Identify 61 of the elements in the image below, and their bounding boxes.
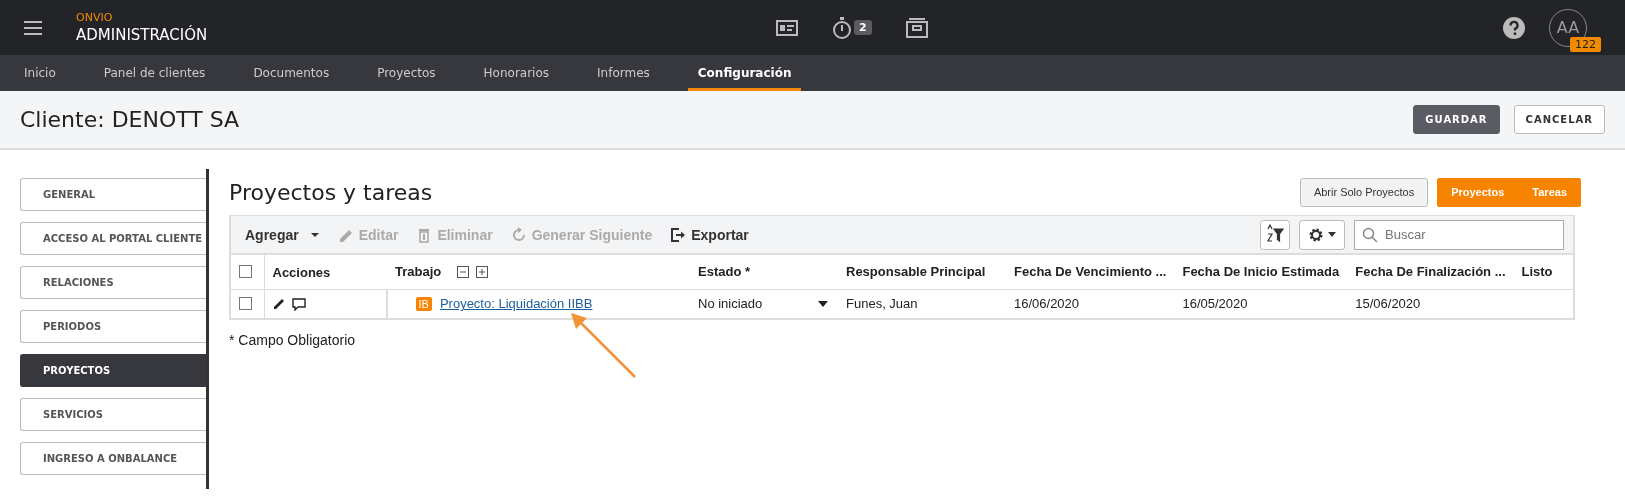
- select-all-checkbox[interactable]: [239, 265, 252, 279]
- save-button[interactable]: GUARDAR: [1413, 105, 1500, 134]
- toolbar-action-button[interactable]: Agregar: [245, 226, 320, 243]
- notification-badge: 122: [1570, 36, 1601, 52]
- toolbar-action-button[interactable]: Exportar: [670, 226, 749, 243]
- column-header: Trabajo: [395, 264, 442, 280]
- brand-name: ONVIO: [76, 11, 114, 24]
- settings-icon: [1308, 226, 1324, 243]
- open-projects-button[interactable]: Abrir Solo Proyectos: [1299, 177, 1429, 207]
- sidebar-item[interactable]: SERVICIOS: [20, 398, 206, 431]
- export-icon: [670, 226, 687, 243]
- nav-tab[interactable]: Honorarios: [483, 55, 550, 91]
- client-title: Cliente: DENOTT SA: [20, 107, 240, 132]
- app-title: ADMINISTRACIÓN: [76, 26, 209, 44]
- column-header: Estado *: [698, 264, 750, 280]
- search-field[interactable]: Buscar: [1354, 219, 1564, 250]
- nav-tab[interactable]: Informes: [597, 55, 650, 91]
- section-title: Proyectos y tareas: [229, 179, 433, 205]
- nav-tab[interactable]: Inicio: [24, 55, 56, 91]
- cancel-button[interactable]: CANCELAR: [1513, 105, 1605, 134]
- sidebar-item[interactable]: PROYECTOS: [20, 354, 206, 387]
- archive-box-icon[interactable]: [905, 17, 928, 38]
- table-cell: 15/06/2020: [1355, 296, 1421, 312]
- sidebar-item[interactable]: GENERAL: [20, 178, 206, 211]
- row-checkbox[interactable]: [239, 297, 252, 311]
- menu-icon[interactable]: [24, 20, 42, 35]
- help-icon[interactable]: [1503, 16, 1525, 39]
- caret-icon[interactable]: [818, 300, 828, 307]
- pencil-icon[interactable]: [272, 298, 285, 310]
- column-header: Responsable Principal: [846, 264, 986, 280]
- sidebar-item[interactable]: ACCESO AL PORTAL CLIENTE: [20, 222, 206, 255]
- sidebar-item[interactable]: PERIODOS: [20, 310, 206, 343]
- sidebar-item[interactable]: RELACIONES: [20, 266, 206, 299]
- table-cell: No iniciado: [698, 296, 763, 312]
- nav-tab[interactable]: Proyectos: [377, 55, 436, 91]
- caret-icon: [1328, 232, 1336, 237]
- nav-tab[interactable]: Documentos: [253, 55, 330, 91]
- timer-count-badge: 2: [854, 20, 872, 35]
- comment-icon[interactable]: [291, 297, 306, 311]
- settings-button[interactable]: [1299, 219, 1345, 250]
- expand-icon[interactable]: [476, 265, 489, 278]
- project-badge: IB: [415, 296, 432, 311]
- stopwatch-icon[interactable]: [832, 16, 852, 39]
- project-link[interactable]: Proyecto: Liquidación IIBB: [439, 296, 593, 312]
- search-icon: [1362, 226, 1378, 243]
- column-header: Fecha De Inicio Estimada: [1182, 264, 1340, 280]
- table-cell: 16/06/2020: [1014, 296, 1080, 312]
- contact-card-icon[interactable]: [776, 19, 798, 36]
- refresh-icon: [510, 226, 527, 243]
- sidebar-item[interactable]: INGRESO A ONBALANCE: [20, 442, 206, 475]
- column-header: Fecha De Finalización ...: [1355, 264, 1506, 280]
- column-header: Fecha De Vencimiento ...: [1014, 264, 1167, 280]
- column-header: Listo: [1521, 264, 1553, 280]
- caret-icon: [309, 231, 320, 238]
- table-cell: Funes, Juan: [846, 296, 918, 312]
- column-header: Acciones: [272, 264, 331, 280]
- sort-filter-icon[interactable]: [1260, 219, 1290, 250]
- table-cell: 16/05/2020: [1182, 296, 1248, 312]
- required-field-note: * Campo Obligatorio: [229, 332, 357, 348]
- collapse-icon[interactable]: [457, 265, 470, 278]
- nav-tab[interactable]: Panel de clientes: [103, 55, 206, 91]
